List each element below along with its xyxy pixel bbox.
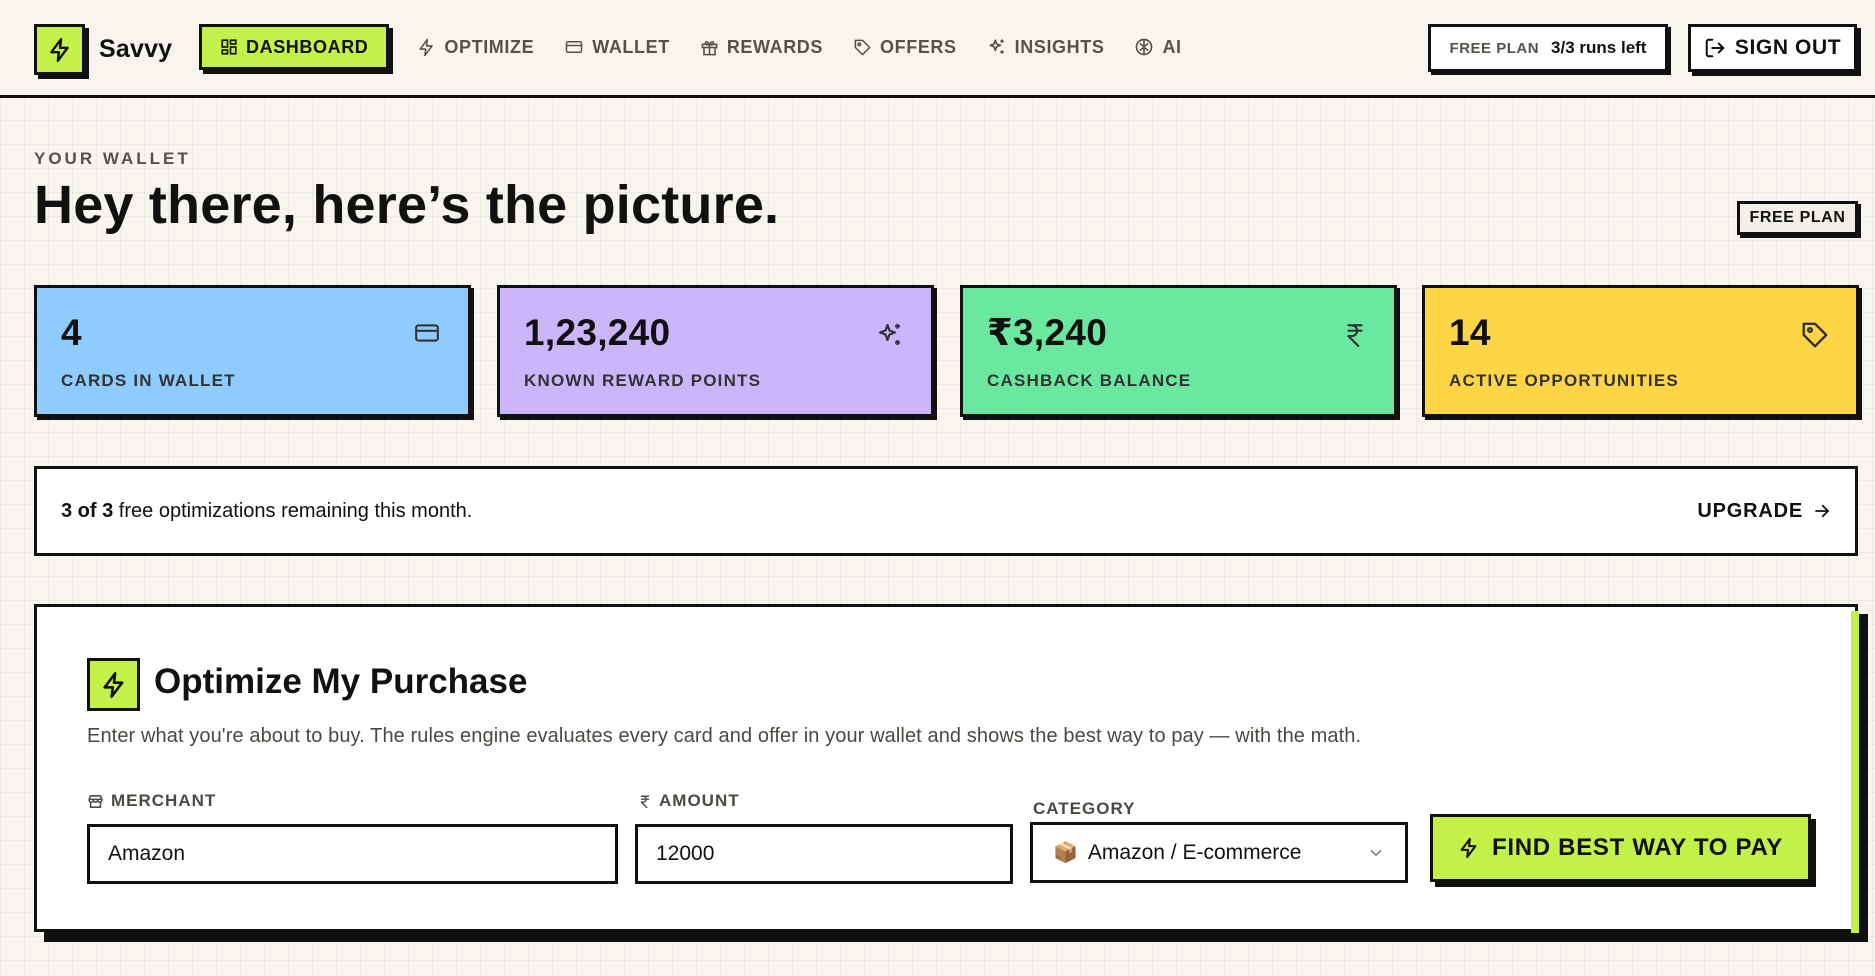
find-best-way-label: FIND BEST WAY TO PAY <box>1492 834 1783 861</box>
grid-icon <box>220 38 238 56</box>
card-icon <box>412 320 442 346</box>
merchant-label: MERCHANT <box>87 791 216 811</box>
nav-item-ai[interactable]: AI <box>1134 24 1181 70</box>
main-nav: DASHBOARD OPTIMIZE WALLET REWARDS OFFERS <box>199 24 1212 70</box>
category-label: CATEGORY <box>1033 799 1136 818</box>
nav-item-wallet[interactable]: WALLET <box>564 24 670 70</box>
runs-remaining: 3/3 runs left <box>1551 38 1647 57</box>
brand[interactable]: Savvy <box>34 24 172 75</box>
banner-count: 3 of 3 <box>61 499 114 522</box>
sign-out-icon <box>1704 37 1726 59</box>
nav-item-label: OFFERS <box>880 36 957 57</box>
stat-label: ACTIVE OPPORTUNITIES <box>1449 371 1679 390</box>
nav-item-optimize[interactable]: OPTIMIZE <box>417 24 534 70</box>
stat-value: ₹3,240 <box>987 312 1108 353</box>
optimize-purchase-panel: Optimize My Purchase Enter what you're a… <box>34 604 1859 933</box>
stat-card-cashback[interactable]: ₹3,240 CASHBACK BALANCE <box>960 285 1397 417</box>
stat-value: 4 <box>61 312 82 353</box>
stat-label: KNOWN REWARD POINTS <box>524 371 762 390</box>
panel-accent-bar <box>1851 611 1859 933</box>
nav-item-label: DASHBOARD <box>246 36 369 57</box>
sparkles-icon <box>987 37 1007 57</box>
plan-label: FREE PLAN <box>1449 39 1540 57</box>
nav-item-label: WALLET <box>592 36 670 57</box>
upgrade-link[interactable]: UPGRADE <box>1697 500 1831 523</box>
stat-label: CARDS IN WALLET <box>61 371 236 390</box>
bolt-icon <box>417 38 436 57</box>
stat-label: CASHBACK BALANCE <box>987 371 1192 390</box>
tag-icon <box>1800 320 1830 350</box>
page-title: Hey there, here’s the picture. <box>34 175 780 235</box>
banner-text: 3 of 3 free optimizations remaining this… <box>61 500 472 523</box>
nav-item-offers[interactable]: OFFERS <box>853 24 957 70</box>
bolt-icon <box>34 24 85 75</box>
category-value: Amazon / E-commerce <box>1087 840 1302 864</box>
brand-name: Savvy <box>99 35 173 63</box>
gift-icon <box>700 38 719 57</box>
card-icon <box>564 38 584 56</box>
amount-input[interactable] <box>635 824 1013 884</box>
bolt-icon <box>87 658 140 711</box>
nav-item-label: OPTIMIZE <box>444 36 535 57</box>
brain-icon <box>1134 37 1154 57</box>
nav-item-label: REWARDS <box>726 36 824 57</box>
section-eyebrow: YOUR WALLET <box>34 149 191 168</box>
chevron-down-icon <box>1367 844 1385 862</box>
find-best-way-button[interactable]: FIND BEST WAY TO PAY <box>1430 814 1811 882</box>
sparkles-icon <box>875 320 905 350</box>
bolt-icon <box>1458 837 1480 859</box>
package-icon: 📦 <box>1053 842 1078 864</box>
stat-value: 1,23,240 <box>524 312 671 353</box>
panel-description: Enter what you're about to buy. The rule… <box>87 725 1362 747</box>
rupee-icon <box>1342 320 1368 350</box>
nav-item-dashboard[interactable]: DASHBOARD <box>199 24 390 70</box>
nav-item-label: INSIGHTS <box>1014 36 1105 57</box>
stat-value: 14 <box>1449 312 1491 353</box>
sign-out-label: SIGN OUT <box>1734 36 1842 59</box>
arrow-right-icon <box>1813 502 1831 520</box>
panel-title: Optimize My Purchase <box>154 662 528 701</box>
stat-card-cards[interactable]: 4 CARDS IN WALLET <box>34 285 471 417</box>
nav-item-insights[interactable]: INSIGHTS <box>987 24 1105 70</box>
store-icon <box>87 793 104 810</box>
nav-item-rewards[interactable]: REWARDS <box>700 24 823 70</box>
plan-badge: FREE PLAN <box>1737 201 1858 235</box>
banner-message: free optimizations remaining this month. <box>113 499 473 522</box>
top-nav-bar: Savvy DASHBOARD OPTIMIZE WALLET REWARDS <box>0 0 1875 98</box>
amount-label: AMOUNT <box>638 791 740 811</box>
rupee-icon <box>638 793 652 810</box>
merchant-input[interactable] <box>87 824 618 884</box>
free-runs-banner: 3 of 3 free optimizations remaining this… <box>34 466 1858 556</box>
plan-status-pill[interactable]: FREE PLAN 3/3 runs left <box>1428 24 1668 72</box>
merchant-label-text: MERCHANT <box>111 791 217 810</box>
sign-out-button[interactable]: SIGN OUT <box>1688 24 1857 72</box>
upgrade-label: UPGRADE <box>1697 499 1803 522</box>
nav-item-label: AI <box>1162 36 1182 57</box>
category-select[interactable]: 📦 Amazon / E-commerce <box>1030 822 1408 883</box>
amount-label-text: AMOUNT <box>659 791 740 810</box>
stat-card-reward-points[interactable]: 1,23,240 KNOWN REWARD POINTS <box>497 285 934 417</box>
tag-icon <box>853 38 872 57</box>
stat-card-opportunities[interactable]: 14 ACTIVE OPPORTUNITIES <box>1422 285 1859 417</box>
